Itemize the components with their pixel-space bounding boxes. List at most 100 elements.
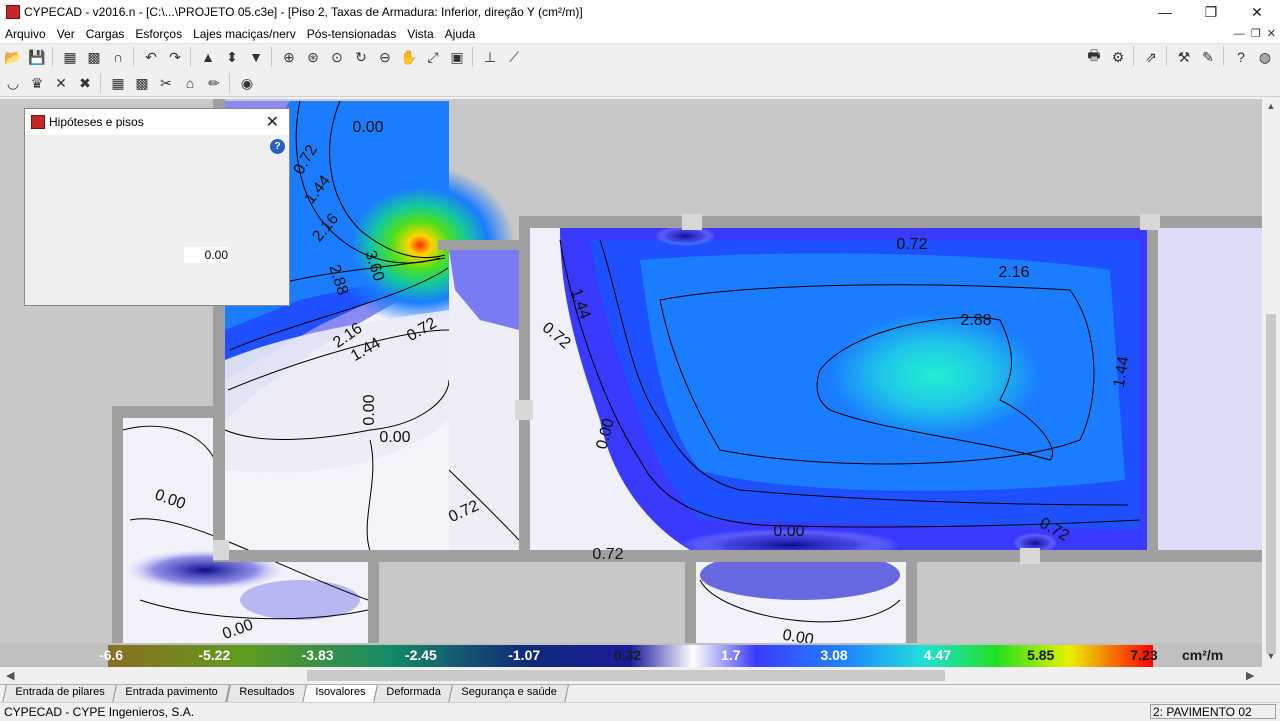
zoom-out-icon[interactable]: ⊖ bbox=[374, 46, 396, 68]
menu-ver[interactable]: Ver bbox=[52, 27, 81, 41]
legend-label: 1.7 bbox=[721, 647, 741, 663]
help-icon[interactable]: ? bbox=[1230, 46, 1252, 68]
legend-label: -2.45 bbox=[404, 647, 437, 663]
floor-down-icon[interactable]: ▼ bbox=[245, 46, 267, 68]
mdi-restore-button[interactable]: ❐ bbox=[1251, 27, 1261, 40]
window-title: CYPECAD - v2016.n - [C:\...\PROJETO 05.c… bbox=[24, 5, 583, 19]
contour-label: 0.72 bbox=[592, 546, 623, 563]
contour-label: 0.00 bbox=[352, 119, 383, 136]
menu-ajuda[interactable]: Ajuda bbox=[440, 27, 482, 41]
toolbar-separator bbox=[1166, 46, 1167, 66]
mdi-minimize-button[interactable]: — bbox=[1234, 28, 1245, 40]
open-icon[interactable]: 📂 bbox=[2, 46, 24, 68]
save-icon[interactable]: 💾 bbox=[26, 46, 48, 68]
maximize-button[interactable]: ❐ bbox=[1188, 0, 1234, 24]
eye-icon[interactable]: ◉ bbox=[236, 72, 258, 94]
plan-icon[interactable]: ⊥ bbox=[479, 46, 501, 68]
tab-entrada-pilares[interactable]: Entrada de pilares bbox=[2, 685, 118, 703]
menu-bar: Arquivo Ver Cargas Esforços Lajes maciça… bbox=[0, 24, 1280, 43]
slab-x-icon[interactable]: ✕ bbox=[50, 72, 72, 94]
tab-resultados[interactable]: Resultados bbox=[225, 685, 307, 703]
legend-label: -5.22 bbox=[198, 647, 231, 663]
dialog-app-icon bbox=[31, 115, 45, 129]
dialog-title-bar[interactable]: Hipóteses e pisos bbox=[25, 109, 289, 135]
fit-icon[interactable]: ⤢ bbox=[422, 46, 444, 68]
horizontal-scroll-thumb[interactable] bbox=[307, 670, 945, 681]
settings-icon[interactable]: ⚙ bbox=[1107, 46, 1129, 68]
menu-pos-tensionadas[interactable]: Pós-tensionadas bbox=[302, 27, 402, 41]
regenerate-icon[interactable]: ↻ bbox=[350, 46, 372, 68]
eraser-icon[interactable]: ⌂ bbox=[179, 72, 201, 94]
hypotheses-dialog[interactable]: Hipóteses e pisos ✕ ? 0.00 bbox=[24, 108, 290, 306]
tab-label: Entrada pavimento bbox=[125, 686, 219, 698]
tab-label: Isovalores bbox=[315, 686, 366, 698]
contour-label: 0.00 bbox=[379, 429, 410, 446]
toolbar-separator bbox=[472, 47, 473, 67]
scroll-up-icon[interactable]: ▲ bbox=[1262, 101, 1280, 111]
menu-vista[interactable]: Vista bbox=[402, 27, 439, 41]
mdi-close-button[interactable]: ✕ bbox=[1267, 27, 1276, 40]
results-toolbar: ◡ ♛ ✕ ✖ ▦ ▩ ✂ ⌂ ✏ ◉ bbox=[0, 70, 1280, 97]
toolbar-separator bbox=[271, 47, 272, 67]
tools-icon[interactable]: ⚒ bbox=[1173, 46, 1195, 68]
print-icon[interactable]: 🖶 bbox=[1083, 46, 1105, 68]
pan-hand-icon[interactable]: ✋ bbox=[398, 46, 420, 68]
undo-icon[interactable]: ↶ bbox=[140, 46, 162, 68]
scroll-right-icon[interactable]: ▶ bbox=[1246, 669, 1254, 682]
status-bar: CYPECAD - CYPE Ingenieros, S.A. 2: PAVIM… bbox=[0, 702, 1280, 721]
web-icon[interactable]: ◍ bbox=[1254, 46, 1276, 68]
toolbar-right-group: 🖶 ⚙ ⇗ ⚒ ✎? ◍ bbox=[1081, 46, 1276, 68]
section-icon[interactable]: ✂ bbox=[155, 72, 177, 94]
slab-panel-right bbox=[1158, 228, 1262, 550]
menu-lajes[interactable]: Lajes maciças/nerv bbox=[188, 27, 302, 41]
grid-icon[interactable]: ▦ bbox=[59, 46, 81, 68]
scroll-down-icon[interactable]: ▼ bbox=[1262, 651, 1280, 661]
legend-unit: cm²/m bbox=[1182, 647, 1224, 663]
close-button[interactable]: ✕ bbox=[1234, 0, 1280, 24]
magnet-icon[interactable]: ∩ bbox=[107, 46, 129, 68]
tab-deformada[interactable]: Deformada bbox=[372, 685, 454, 703]
scroll-left-icon[interactable]: ◀ bbox=[6, 669, 14, 682]
dialog-help-icon[interactable]: ? bbox=[270, 139, 285, 154]
mesh-icon[interactable]: ▩ bbox=[83, 46, 105, 68]
legend-label: 5.85 bbox=[1027, 647, 1055, 663]
legend-label: -3.83 bbox=[301, 647, 334, 663]
isolines-icon[interactable]: ▦ bbox=[107, 72, 129, 94]
menu-esforcos[interactable]: Esforços bbox=[130, 27, 188, 41]
floor-all-icon[interactable]: ⬍ bbox=[221, 46, 243, 68]
minimize-button[interactable]: — bbox=[1142, 0, 1188, 24]
redo-icon[interactable]: ↷ bbox=[164, 46, 186, 68]
status-company: CYPECAD - CYPE Ingenieros, S.A. bbox=[4, 705, 195, 719]
toolbar-separator bbox=[190, 47, 191, 67]
legend-label: -6.6 bbox=[98, 647, 124, 663]
vertical-scrollbar[interactable]: ▲ ▼ bbox=[1262, 99, 1280, 667]
menu-arquivo[interactable]: Arquivo bbox=[0, 27, 52, 41]
tab-isovalores[interactable]: Isovalores bbox=[301, 685, 378, 703]
dialog-value: 0.00 bbox=[184, 247, 228, 263]
app-icon bbox=[6, 5, 20, 19]
pencil-icon[interactable]: ✏ bbox=[203, 72, 225, 94]
contour-label: 2.16 bbox=[998, 264, 1029, 281]
slab-bottom-icon[interactable]: ◡ bbox=[2, 72, 24, 94]
floor-up-icon[interactable]: ▲ bbox=[197, 46, 219, 68]
dialog-close-icon[interactable]: ✕ bbox=[266, 112, 279, 132]
export-icon[interactable]: ⇗ bbox=[1140, 46, 1162, 68]
toolbar-separator bbox=[133, 47, 134, 67]
tab-entrada-pavimento[interactable]: Entrada pavimento bbox=[112, 685, 231, 703]
vertical-scroll-thumb[interactable] bbox=[1266, 314, 1276, 654]
legend-label: 4.47 bbox=[923, 647, 952, 663]
zoom-window-icon[interactable]: ⊕ bbox=[278, 46, 300, 68]
zoom-all-icon[interactable]: ⊛ bbox=[302, 46, 324, 68]
isovalues-icon[interactable]: ▩ bbox=[131, 72, 153, 94]
contour-label: 0.72 bbox=[896, 236, 927, 253]
tab-seguranca-saude[interactable]: Segurança e saúde bbox=[448, 685, 570, 703]
zoom-icon[interactable]: ⊙ bbox=[326, 46, 348, 68]
horizontal-scrollbar[interactable]: ◀ ▶ bbox=[0, 667, 1262, 684]
view3d-icon[interactable]: ▣ bbox=[446, 46, 468, 68]
legend-label: 7.23 bbox=[1130, 647, 1158, 663]
menu-cargas[interactable]: Cargas bbox=[81, 27, 131, 41]
slab-y-icon[interactable]: ✖ bbox=[74, 72, 96, 94]
slab-top-icon[interactable]: ♛ bbox=[26, 72, 48, 94]
edit-icon[interactable]: ✎ bbox=[1197, 46, 1219, 68]
axes-icon[interactable]: ⟋ bbox=[503, 46, 525, 68]
